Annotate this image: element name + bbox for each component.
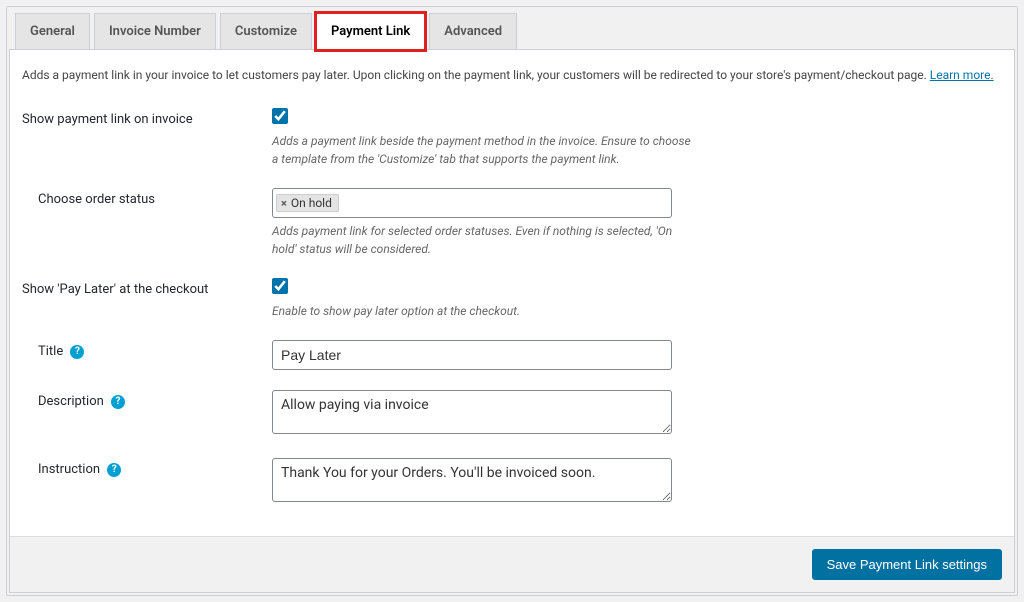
order-status-chip: × On hold xyxy=(276,194,339,212)
help-icon[interactable]: ? xyxy=(70,345,84,359)
show-pay-later-checkbox[interactable] xyxy=(272,278,288,294)
tab-content: Adds a payment link in your invoice to l… xyxy=(9,49,1015,593)
show-pay-later-desc: Enable to show pay later option at the c… xyxy=(272,302,692,320)
tab-payment-link[interactable]: Payment Link xyxy=(316,13,425,50)
tab-advanced[interactable]: Advanced xyxy=(429,13,517,50)
title-label: Title xyxy=(38,344,63,359)
intro-body: Adds a payment link in your invoice to l… xyxy=(22,68,930,82)
settings-panel: General Invoice Number Customize Payment… xyxy=(6,6,1018,596)
description-label: Description xyxy=(38,394,104,409)
learn-more-link[interactable]: Learn more. xyxy=(930,68,994,82)
title-label-cell: Title ? xyxy=(22,332,272,382)
tab-invoice-number[interactable]: Invoice Number xyxy=(94,13,216,50)
show-link-desc: Adds a payment link beside the payment m… xyxy=(272,132,692,168)
show-pay-later-label: Show 'Pay Later' at the checkout xyxy=(22,270,272,332)
description-textarea[interactable] xyxy=(272,390,672,434)
order-status-desc: Adds payment link for selected order sta… xyxy=(272,222,692,258)
instruction-label-cell: Instruction ? xyxy=(22,450,272,518)
tab-customize[interactable]: Customize xyxy=(220,13,312,50)
show-link-label: Show payment link on invoice xyxy=(22,100,272,180)
instruction-textarea[interactable] xyxy=(272,458,672,502)
chip-remove-icon[interactable]: × xyxy=(281,197,287,210)
title-input[interactable] xyxy=(272,340,672,370)
tab-general[interactable]: General xyxy=(15,13,90,50)
order-status-multiselect[interactable]: × On hold xyxy=(272,188,672,218)
intro-text: Adds a payment link in your invoice to l… xyxy=(22,68,1002,82)
instruction-label: Instruction xyxy=(38,462,100,477)
save-button[interactable]: Save Payment Link settings xyxy=(812,549,1002,580)
tab-navigation: General Invoice Number Customize Payment… xyxy=(7,7,1017,50)
form-table: Show payment link on invoice Adds a paym… xyxy=(22,100,1002,518)
chip-label: On hold xyxy=(291,196,332,210)
description-label-cell: Description ? xyxy=(22,382,272,450)
help-icon[interactable]: ? xyxy=(111,395,125,409)
show-link-checkbox[interactable] xyxy=(272,108,288,124)
submit-bar: Save Payment Link settings xyxy=(10,536,1014,592)
order-status-label: Choose order status xyxy=(22,180,272,270)
help-icon[interactable]: ? xyxy=(107,463,121,477)
